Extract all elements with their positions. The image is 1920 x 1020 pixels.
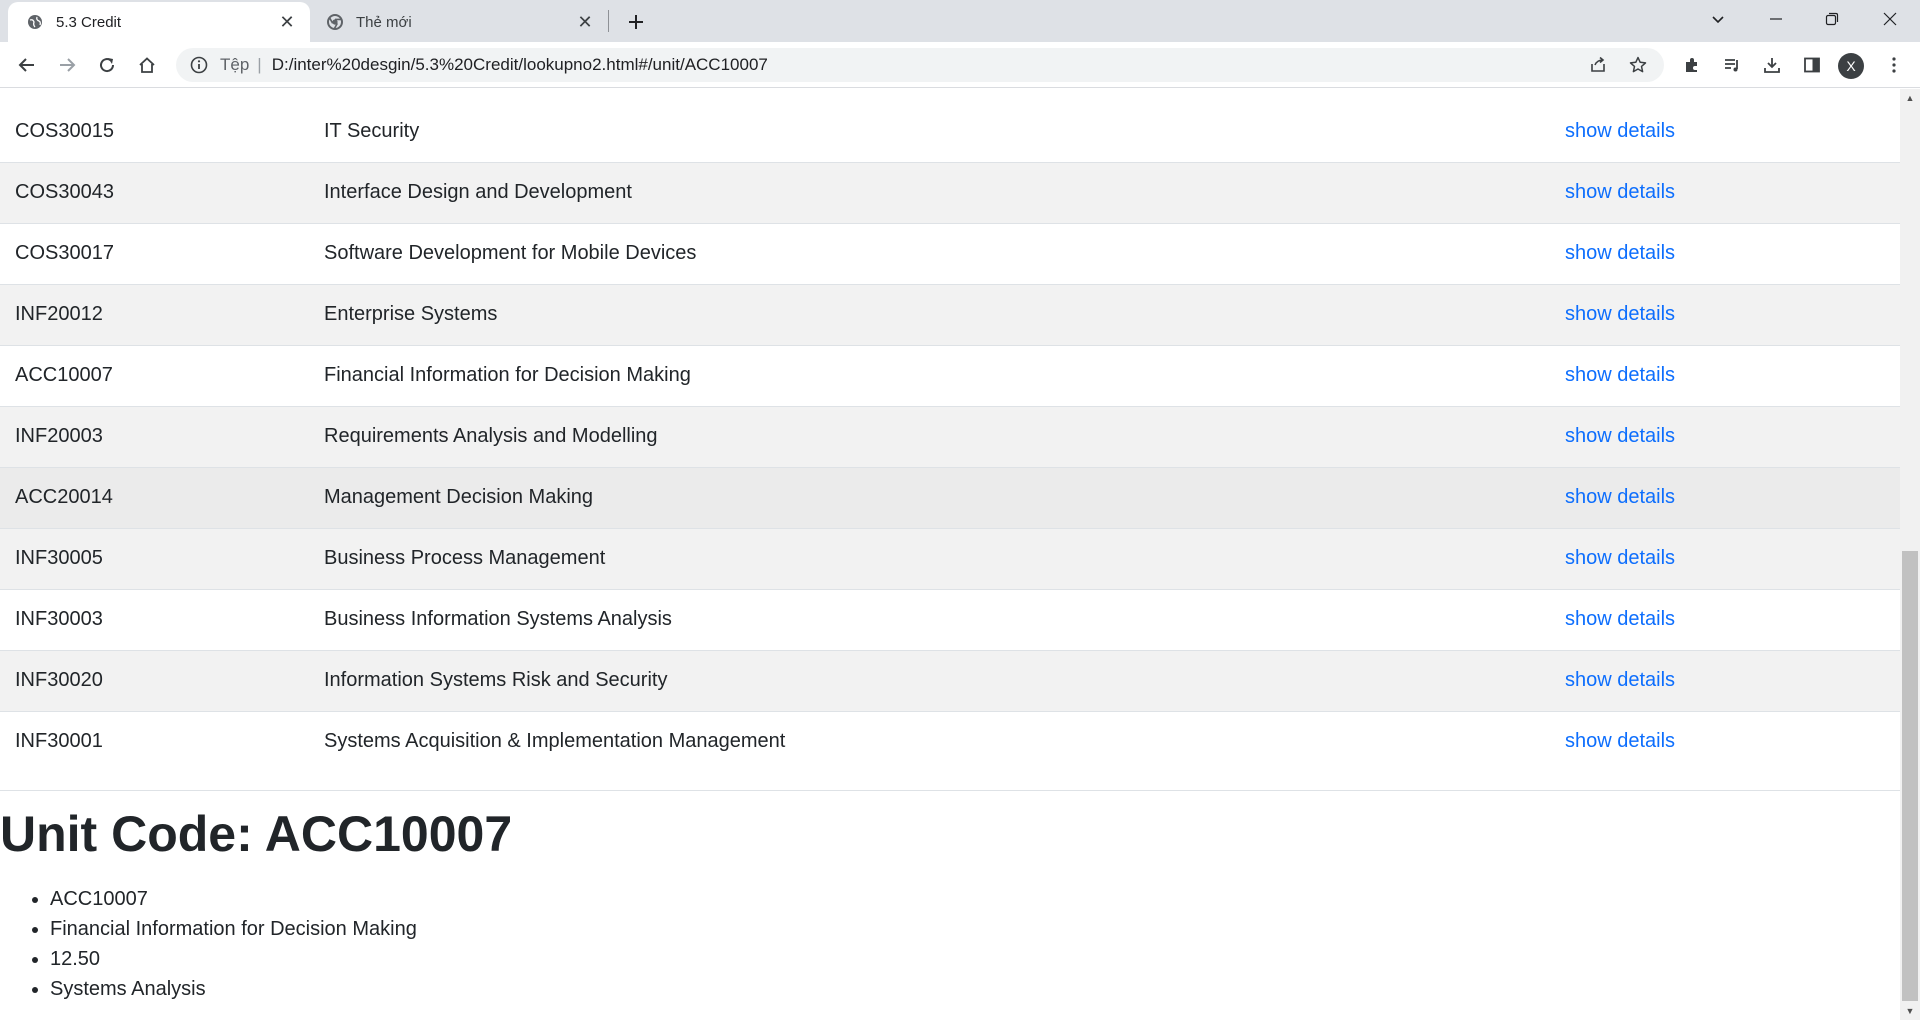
url-text[interactable]: D:/inter%20desgin/5.3%20Credit/lookupno2…	[272, 55, 1584, 75]
show-details-link[interactable]: show details	[1565, 608, 1675, 630]
unit-name: Interface Design and Development	[309, 161, 1565, 223]
reload-button[interactable]	[93, 51, 121, 79]
page-viewport: COS30015 IT Security show details COS300…	[0, 89, 1900, 1020]
home-icon	[139, 57, 155, 73]
close-tab-icon[interactable]: ✕	[574, 11, 596, 33]
minimize-button[interactable]	[1754, 0, 1798, 38]
restore-icon	[1825, 12, 1839, 26]
unit-code: ACC10007	[0, 344, 309, 406]
globe-icon	[26, 13, 44, 31]
show-details-link[interactable]: show details	[1565, 425, 1675, 447]
show-details-link[interactable]: show details	[1565, 120, 1675, 142]
tab-search-button[interactable]	[1696, 0, 1740, 38]
table-row: INF20003 Requirements Analysis and Model…	[0, 405, 1900, 467]
new-tab-button[interactable]	[622, 8, 650, 36]
detail-name: Financial Information for Decision Makin…	[50, 914, 417, 944]
table-row: COS30017 Software Development for Mobile…	[0, 222, 1900, 284]
close-window-button[interactable]	[1868, 0, 1912, 38]
profile-avatar[interactable]: X	[1838, 53, 1864, 79]
show-details-link[interactable]: show details	[1565, 669, 1675, 691]
unit-name: Management Decision Making	[309, 466, 1565, 528]
restore-button[interactable]	[1810, 0, 1854, 38]
unit-code: COS30015	[15, 119, 114, 142]
forward-button[interactable]	[53, 51, 81, 79]
tab-divider	[608, 10, 609, 32]
unit-detail-heading: Unit Code: ACC10007	[0, 806, 513, 862]
tab-title: 5.3 Credit	[56, 13, 122, 31]
unit-code: INF20012	[0, 283, 309, 345]
table-row: COS30015 IT Security show details	[0, 101, 1900, 162]
tab-new[interactable]: Thẻ mới ✕	[312, 2, 608, 42]
chevron-down-icon	[1712, 16, 1724, 24]
unit-code: INF30003	[0, 588, 309, 650]
unit-name: Software Development for Mobile Devices	[309, 222, 1565, 284]
arrow-right-icon	[60, 58, 76, 72]
scheme-separator: |	[257, 55, 262, 74]
scroll-down-arrow-icon[interactable]: ▼	[1900, 1002, 1920, 1020]
more-menu-icon[interactable]	[1880, 51, 1908, 79]
unit-name: Business Process Management	[309, 527, 1565, 589]
browser-toolbar: Tệp | D:/inter%20desgin/5.3%20Credit/loo…	[0, 42, 1920, 88]
close-tab-icon[interactable]: ✕	[276, 11, 298, 33]
vertical-scrollbar[interactable]: ▲ ▼	[1900, 89, 1920, 1020]
show-details-link[interactable]: show details	[1565, 303, 1675, 325]
show-details-link[interactable]: show details	[1565, 547, 1675, 569]
minimize-icon	[1770, 18, 1782, 20]
unit-name: Requirements Analysis and Modelling	[309, 405, 1565, 467]
detail-credit: 12.50	[50, 944, 417, 974]
table-row: INF30003 Business Information Systems An…	[0, 588, 1900, 650]
unit-name: Business Information Systems Analysis	[309, 588, 1565, 650]
unit-code: INF30005	[0, 527, 309, 589]
table-row: INF30020 Information Systems Risk and Se…	[0, 649, 1900, 711]
table-bottom-border	[0, 790, 1900, 791]
extensions-icon[interactable]	[1678, 51, 1706, 79]
unit-code: INF30001	[0, 710, 309, 772]
show-details-link[interactable]: show details	[1565, 730, 1675, 752]
media-queue-icon[interactable]	[1718, 51, 1746, 79]
table-row-hovered: ACC20014 Management Decision Making show…	[0, 466, 1900, 528]
chrome-icon	[326, 13, 344, 31]
close-icon	[1883, 12, 1897, 26]
detail-code: ACC10007	[50, 884, 417, 914]
arrow-left-icon	[18, 58, 34, 72]
unit-detail-list: ACC10007 Financial Information for Decis…	[50, 884, 417, 1004]
unit-code: ACC20014	[0, 466, 309, 528]
back-button[interactable]	[13, 51, 41, 79]
download-icon[interactable]	[1758, 51, 1786, 79]
unit-name: Financial Information for Decision Makin…	[309, 344, 1565, 406]
scheme-label: Tệp	[220, 55, 250, 74]
table-row: INF30005 Business Process Management sho…	[0, 527, 1900, 589]
side-panel-icon[interactable]	[1798, 51, 1826, 79]
reload-icon	[100, 58, 115, 73]
unit-name: IT Security	[324, 119, 420, 142]
plus-icon	[629, 15, 643, 29]
info-icon[interactable]	[188, 54, 210, 76]
table-row: ACC10007 Financial Information for Decis…	[0, 344, 1900, 406]
unit-name: Enterprise Systems	[309, 283, 1565, 345]
share-icon[interactable]	[1584, 51, 1612, 79]
show-details-link[interactable]: show details	[1565, 242, 1675, 264]
tab-strip: 5.3 Credit ✕ Thẻ mới ✕	[0, 0, 1920, 42]
table-row: INF20012 Enterprise Systems show details	[0, 283, 1900, 345]
show-details-link[interactable]: show details	[1565, 181, 1675, 203]
scroll-up-arrow-icon[interactable]: ▲	[1900, 89, 1920, 107]
unit-code: INF30020	[0, 649, 309, 711]
home-button[interactable]	[133, 51, 161, 79]
detail-type: Systems Analysis	[50, 974, 417, 1004]
unit-code: COS30043	[0, 161, 309, 223]
scroll-thumb[interactable]	[1902, 551, 1918, 1001]
unit-name: Systems Acquisition & Implementation Man…	[309, 710, 1565, 772]
units-table: COS30015 IT Security show details COS300…	[0, 101, 1900, 772]
show-details-link[interactable]: show details	[1565, 364, 1675, 386]
bookmark-star-icon[interactable]	[1624, 51, 1652, 79]
tab-title: Thẻ mới	[356, 13, 412, 31]
unit-name: Information Systems Risk and Security	[309, 649, 1565, 711]
unit-code: INF20003	[0, 405, 309, 467]
tab-active[interactable]: 5.3 Credit ✕	[8, 2, 310, 42]
show-details-link[interactable]: show details	[1565, 486, 1675, 508]
address-bar[interactable]: Tệp | D:/inter%20desgin/5.3%20Credit/loo…	[176, 48, 1664, 82]
table-row: INF30001 Systems Acquisition & Implement…	[0, 710, 1900, 772]
unit-code: COS30017	[0, 222, 309, 284]
table-row: COS30043 Interface Design and Developmen…	[0, 161, 1900, 223]
